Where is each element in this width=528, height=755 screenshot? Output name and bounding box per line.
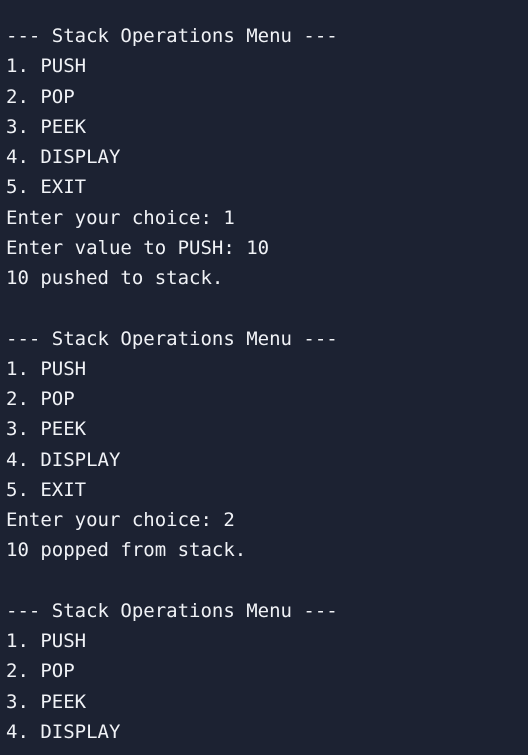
menu-option-push: 1. PUSH: [6, 55, 87, 78]
menu-option-exit: 5. EXIT: [6, 176, 87, 199]
menu-option-peek: 3. PEEK: [6, 418, 87, 441]
menu-option-pop: 2. POP: [6, 85, 75, 108]
menu-header-line: --- Stack Operations Menu ---: [6, 327, 338, 350]
menu-option-display: 4. DISPLAY: [6, 146, 121, 168]
menu-option-pop: 2. POP: [6, 388, 75, 410]
menu-option-display: 4. DISPLAY: [6, 720, 121, 743]
menu-option-peek: 3. PEEK: [6, 690, 87, 713]
choice-prompt-line: Enter your choice: 1: [6, 206, 235, 229]
choice-prompt-line: Enter your choice: 2: [6, 509, 235, 531]
menu-option-peek: 3. PEEK: [6, 115, 87, 138]
push-result-line: 10 pushed to stack.: [6, 267, 224, 289]
menu-header-line: --- Stack Operations Menu ---: [6, 599, 338, 622]
menu-option-exit: 5. EXIT: [6, 478, 87, 501]
menu-option-display: 4. DISPLAY: [6, 448, 121, 471]
terminal-output[interactable]: --- Stack Operations Menu --- 1. PUSH 2.…: [0, 0, 528, 755]
pop-result-line: 10 popped from stack.: [6, 539, 247, 562]
push-value-prompt-line: Enter value to PUSH: 10: [6, 236, 270, 259]
menu-option-pop: 2. POP: [6, 660, 75, 683]
menu-option-push: 1. PUSH: [6, 357, 87, 380]
menu-option-push: 1. PUSH: [6, 630, 87, 652]
menu-header-line: --- Stack Operations Menu ---: [6, 25, 338, 47]
